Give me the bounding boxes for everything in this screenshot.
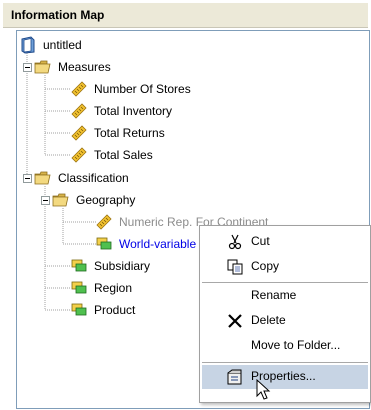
menu-item-label: Cut	[251, 234, 270, 248]
tree-folder-geography[interactable]: Geography	[52, 190, 137, 210]
tree-node-label: Total Sales	[94, 148, 153, 162]
tree-node-label: untitled	[43, 38, 82, 52]
collapse-measures-toggle[interactable]	[23, 63, 32, 72]
panel-title: Information Map	[11, 8, 105, 22]
measure-ruler-icon	[71, 103, 87, 119]
tree-item-subsidiary[interactable]: Subsidiary	[70, 256, 152, 276]
measure-ruler-icon	[96, 214, 112, 230]
tree-item-region[interactable]: Region	[70, 278, 134, 298]
menu-item-cut[interactable]: Cut	[202, 230, 368, 254]
menu-item-label: Move to Folder...	[251, 338, 341, 352]
menu-item-label: Rename	[251, 288, 297, 302]
menu-item-move-to-folder[interactable]: Move to Folder...	[202, 334, 368, 358]
menu-item-rename[interactable]: Rename	[202, 284, 368, 308]
menu-item-properties[interactable]: Properties...	[202, 365, 368, 389]
tree-item-world-variable[interactable]: World-variable	[95, 234, 198, 254]
menu-separator	[202, 362, 368, 363]
folder-open-icon	[34, 60, 51, 74]
measure-ruler-icon	[71, 147, 87, 163]
tree-node-label: Measures	[58, 60, 111, 74]
menu-item-delete[interactable]: Delete	[202, 309, 368, 333]
tree-node-label: Total Returns	[94, 126, 165, 140]
tree-node-label: Classification	[58, 171, 129, 185]
properties-icon	[227, 369, 242, 385]
tree-item-product[interactable]: Product	[70, 300, 137, 320]
menu-separator	[202, 282, 368, 283]
tree-item-total-sales[interactable]: Total Sales	[70, 145, 155, 165]
mouse-pointer-icon	[256, 379, 271, 400]
tree-node-label: Number Of Stores	[94, 82, 191, 96]
folder-open-icon	[34, 171, 51, 185]
collapse-classification-toggle[interactable]	[23, 174, 32, 183]
tree-item-total-returns[interactable]: Total Returns	[70, 123, 167, 143]
tree-node-label: Geography	[76, 193, 136, 207]
tree-node-label: Product	[94, 303, 136, 317]
tree-item-total-inventory[interactable]: Total Inventory	[70, 101, 174, 121]
tree-node-root[interactable]: untitled	[19, 35, 84, 55]
copy-icon	[227, 259, 243, 275]
folder-open-icon	[52, 193, 69, 207]
menu-item-label: Delete	[251, 313, 286, 327]
delete-x-icon	[228, 314, 242, 328]
category-icon	[71, 281, 87, 294]
panel-header: Information Map	[3, 3, 368, 28]
menu-item-label: Copy	[251, 259, 280, 273]
category-icon	[71, 303, 87, 316]
measure-ruler-icon	[71, 81, 87, 97]
tree-folder-measures[interactable]: Measures	[34, 57, 113, 77]
context-menu: Cut Copy Rename Delete Move to Folder...…	[199, 225, 371, 403]
measure-ruler-icon	[71, 125, 87, 141]
map-icon	[21, 36, 35, 54]
tree-node-label: Total Inventory	[94, 104, 173, 118]
menu-item-copy[interactable]: Copy	[202, 255, 368, 279]
tree-node-label: World-variable	[119, 237, 197, 251]
tree-node-label: Subsidiary	[94, 259, 151, 273]
tree-item-number-of-stores[interactable]: Number Of Stores	[70, 79, 193, 99]
tree-node-label: Region	[94, 281, 133, 295]
collapse-geography-toggle[interactable]	[41, 196, 50, 205]
category-icon	[96, 237, 112, 250]
scissors-icon	[228, 234, 242, 250]
tree-folder-classification[interactable]: Classification	[34, 168, 131, 188]
category-icon	[71, 259, 87, 272]
